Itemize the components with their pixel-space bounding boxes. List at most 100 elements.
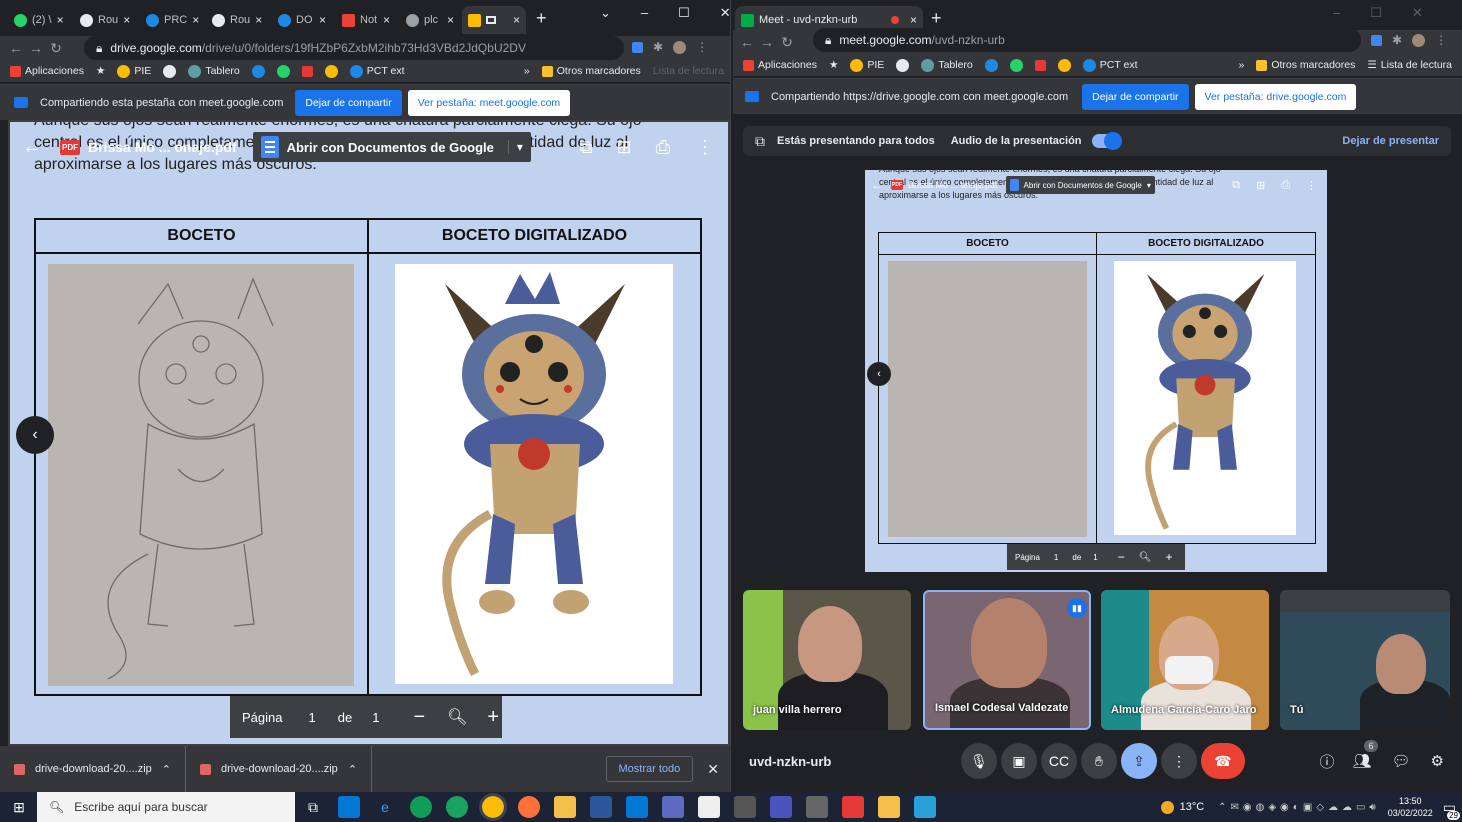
office-icon[interactable] bbox=[301, 65, 313, 77]
more-bookmarks-icon[interactable]: » bbox=[1238, 59, 1244, 71]
system-tray-icons[interactable]: ⌃✉◉◍◈◉◐▣◇☁☁▭🔊︎ bbox=[1218, 802, 1380, 813]
participant-tile-self[interactable]: Tú bbox=[1280, 590, 1450, 730]
bookmark-pct-ext[interactable]: PCT ext bbox=[1082, 58, 1138, 72]
tab-drive[interactable]: × bbox=[462, 6, 526, 34]
stop-sharing-button[interactable]: Dejar de compartir bbox=[1082, 83, 1189, 110]
translate-icon[interactable] bbox=[632, 41, 643, 53]
edge-dev-icon[interactable] bbox=[410, 796, 432, 818]
stop-sharing-button[interactable]: Dejar de compartir bbox=[295, 89, 402, 116]
tab-routine-2[interactable]: Rou × bbox=[206, 6, 266, 34]
zoom-out-icon[interactable]: − bbox=[413, 706, 425, 729]
star-icon[interactable]: ★ bbox=[829, 59, 838, 71]
bookmark-folder-other[interactable]: Otros marcadores bbox=[1256, 59, 1355, 71]
back-arrow-icon[interactable]: ← bbox=[22, 136, 42, 159]
participant-tile[interactable]: juan villa herrero bbox=[743, 590, 911, 730]
paint-icon[interactable] bbox=[698, 796, 720, 818]
close-icon[interactable]: × bbox=[123, 13, 130, 27]
download-item[interactable]: drive-download-20....zip ⌃ bbox=[0, 746, 187, 792]
address-bar[interactable]: 🔒︎ meet.google.com/uvd-nzkn-urb bbox=[813, 28, 1361, 52]
print-icon[interactable]: ⎙ bbox=[656, 137, 670, 158]
participant-tile[interactable]: Almudena García-Caro Jaro bbox=[1101, 590, 1269, 730]
bookmark-tablero[interactable]: Tablero bbox=[921, 58, 973, 72]
routine-icon[interactable] bbox=[163, 64, 177, 78]
maximize-button[interactable]: ☐ bbox=[1370, 5, 1382, 21]
add-to-drive-icon[interactable]: ⧉ bbox=[580, 137, 593, 158]
edge-beta-icon[interactable] bbox=[446, 796, 468, 818]
close-icon[interactable]: × bbox=[255, 13, 262, 27]
tab-routine-1[interactable]: Rou × bbox=[74, 6, 134, 34]
close-window-button[interactable]: ✕ bbox=[720, 5, 730, 21]
app-icon[interactable] bbox=[806, 796, 828, 818]
back-icon[interactable]: ← bbox=[737, 34, 757, 50]
previous-file-button[interactable]: ‹ bbox=[16, 416, 54, 454]
bookmark-folder-other[interactable]: Otros marcadores bbox=[541, 65, 641, 77]
folder-icon[interactable] bbox=[878, 796, 900, 818]
present-button[interactable]: ⇪ bbox=[1121, 743, 1157, 779]
bookmark-apps[interactable]: Aplicaciones bbox=[10, 65, 84, 77]
menu-icon[interactable]: ⋮ bbox=[696, 40, 708, 54]
view-tab-button[interactable]: Ver pestaña: drive.google.com bbox=[1194, 83, 1357, 110]
open-with-docs-button[interactable]: Abrir con Documentos de Google ▾ bbox=[252, 132, 531, 162]
tab-whatsapp[interactable]: (2) \ × bbox=[8, 6, 68, 34]
page-number-input[interactable]: 1 bbox=[308, 710, 315, 725]
chat-icon[interactable]: 💬︎ bbox=[1392, 752, 1411, 770]
close-icon[interactable]: × bbox=[192, 13, 199, 27]
app-icon[interactable] bbox=[662, 796, 684, 818]
tab-onedrive-1[interactable]: PRC × bbox=[140, 6, 200, 34]
drive-icon[interactable] bbox=[1057, 58, 1071, 72]
bookmark-pct-ext[interactable]: PCT ext bbox=[349, 64, 405, 78]
new-tab-button[interactable]: + bbox=[536, 8, 547, 29]
close-icon[interactable]: × bbox=[513, 13, 520, 27]
bookmark-apps[interactable]: Aplicaciones bbox=[743, 59, 817, 71]
tab-github[interactable]: plc × bbox=[400, 6, 460, 34]
reading-list[interactable]: ☰ Lista de lectura bbox=[1367, 59, 1462, 71]
translate-icon[interactable] bbox=[1371, 34, 1382, 46]
file-explorer-icon[interactable] bbox=[554, 796, 576, 818]
presentation-audio-toggle[interactable] bbox=[1091, 132, 1122, 150]
app-icon[interactable] bbox=[734, 796, 756, 818]
taskbar-search[interactable]: 🔍︎ Escribe aquí para buscar bbox=[37, 792, 295, 822]
reload-icon[interactable]: ↻ bbox=[46, 40, 66, 57]
chrome-icon[interactable] bbox=[479, 793, 507, 821]
bookmark-icon[interactable] bbox=[251, 64, 265, 78]
bookmark-icon[interactable] bbox=[984, 58, 998, 72]
windows-start-icon[interactable]: ⊞ bbox=[8, 796, 30, 818]
stop-presenting-button[interactable]: Dejar de presentar bbox=[1342, 135, 1439, 147]
weather-widget[interactable]: 13°C bbox=[1160, 800, 1204, 814]
zoom-icon[interactable]: 🔍︎ bbox=[447, 707, 467, 727]
camera-button[interactable]: ▣ bbox=[1001, 743, 1037, 779]
anydesk-icon[interactable] bbox=[842, 796, 864, 818]
edge-icon[interactable]: e bbox=[374, 796, 396, 818]
clock[interactable]: 13:50 03/02/2022 bbox=[1388, 795, 1433, 819]
outlook-icon[interactable] bbox=[338, 796, 360, 818]
people-icon[interactable]: 👥︎ 6 bbox=[1352, 740, 1378, 770]
add-comment-icon[interactable]: ⊞ bbox=[617, 137, 632, 158]
notifications-icon[interactable]: ▭ 29 bbox=[1443, 799, 1460, 820]
download-item[interactable]: drive-download-20....zip ⌃ bbox=[186, 746, 373, 792]
view-tab-button[interactable]: Ver pestaña: meet.google.com bbox=[407, 89, 571, 116]
close-icon[interactable]: × bbox=[57, 13, 64, 27]
forward-icon[interactable]: → bbox=[26, 40, 46, 56]
avatar[interactable] bbox=[1412, 33, 1426, 47]
zoom-in-icon[interactable]: + bbox=[487, 706, 499, 729]
close-icon[interactable]: × bbox=[910, 13, 917, 27]
whatsapp-icon[interactable] bbox=[276, 64, 290, 78]
forward-icon[interactable]: → bbox=[757, 34, 777, 50]
puzzle-icon[interactable]: ✱ bbox=[653, 40, 663, 54]
show-all-button[interactable]: Mostrar todo bbox=[605, 756, 694, 782]
close-window-button[interactable]: ✕ bbox=[1412, 5, 1423, 21]
whatsapp-icon[interactable] bbox=[1009, 58, 1023, 72]
more-bookmarks-icon[interactable]: » bbox=[524, 65, 530, 77]
close-icon[interactable]: × bbox=[383, 13, 390, 27]
tab-onedrive-2[interactable]: DO × bbox=[272, 6, 332, 34]
more-icon[interactable]: ⋮ bbox=[696, 137, 714, 158]
bookmark-pie[interactable]: PIE bbox=[850, 58, 884, 72]
back-icon[interactable]: ← bbox=[6, 40, 26, 56]
leave-call-button[interactable]: ☎︎ bbox=[1201, 743, 1245, 779]
chevron-up-icon[interactable]: ⌃ bbox=[162, 763, 171, 776]
microphone-button[interactable]: 🎙︎ bbox=[961, 743, 997, 779]
chevron-down-icon[interactable]: ▾ bbox=[507, 140, 523, 154]
participant-tile-active-speaker[interactable]: ▮▮ Ismael Codesal Valdezate bbox=[923, 590, 1091, 730]
maximize-button[interactable]: ☐ bbox=[678, 5, 690, 21]
more-options-button[interactable]: ⋮ bbox=[1161, 743, 1197, 779]
